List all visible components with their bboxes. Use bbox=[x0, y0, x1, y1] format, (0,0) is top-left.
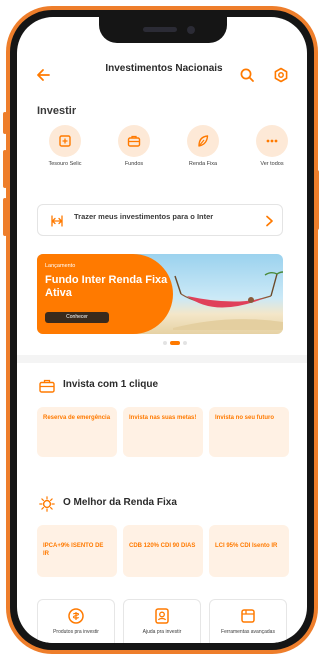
quick-item-label: Fundos bbox=[124, 161, 144, 167]
best-fixed-card[interactable]: CDB 120% CDI 90 DIAS bbox=[123, 525, 203, 577]
best-fixed-title: O Melhor da Renda Fixa bbox=[63, 497, 177, 508]
more-icon bbox=[266, 139, 278, 143]
quick-item-label: Renda Fixa bbox=[188, 161, 218, 167]
banner-headline: Fundo Inter Renda Fixa Ativa bbox=[45, 274, 168, 299]
app-screen: Investimentos Nacionais Investir Tesouro… bbox=[17, 17, 307, 643]
help-icon bbox=[155, 608, 169, 624]
phone-bezel: Investimentos Nacionais Investir Tesouro… bbox=[10, 10, 314, 650]
phone-frame: Investimentos Nacionais Investir Tesouro… bbox=[6, 6, 318, 654]
tool-card-label: Produtos pra investir bbox=[53, 629, 99, 635]
carousel-dots bbox=[163, 341, 193, 345]
phone-notch bbox=[99, 17, 227, 43]
quick-item-label: Tesouro Selic bbox=[48, 161, 82, 167]
app-header: Investimentos Nacionais bbox=[17, 61, 307, 101]
quick-item-icon-wrap bbox=[187, 125, 219, 157]
quick-item-icon-wrap bbox=[256, 125, 288, 157]
one-click-card-label: Invista no seu futuro bbox=[215, 415, 275, 421]
carousel-dot[interactable] bbox=[163, 341, 167, 345]
quick-item-ver-todos[interactable]: Ver todos bbox=[248, 125, 296, 168]
one-click-card[interactable]: Reserva de emergência bbox=[37, 407, 117, 457]
tool-card-ajuda[interactable]: Ajuda pra investir bbox=[123, 599, 201, 643]
best-fixed-card[interactable]: LCI 95% CDI Isento IR bbox=[209, 525, 289, 577]
bring-investments-button[interactable]: Trazer meus investimentos para o Inter bbox=[37, 204, 283, 236]
sun-icon bbox=[39, 496, 55, 512]
best-fixed-card[interactable]: IPCA+9% ISENTO DE IR bbox=[37, 525, 117, 577]
coin-icon bbox=[68, 608, 84, 624]
tool-card-label: Ajuda pra investir bbox=[142, 629, 182, 635]
best-fixed-card-label: CDB 120% CDI 90 DIAS bbox=[129, 543, 196, 549]
tool-card-produtos[interactable]: Produtos pra investir bbox=[37, 599, 115, 643]
hammock-beach-image bbox=[173, 271, 283, 330]
one-click-card[interactable]: Invista nas suas metas! bbox=[123, 407, 203, 457]
quick-item-fundos[interactable]: Fundos bbox=[110, 125, 158, 168]
section-divider bbox=[17, 355, 307, 363]
tools-icon bbox=[241, 609, 255, 623]
best-fixed-card-label: LCI 95% CDI Isento IR bbox=[215, 543, 278, 549]
leaf-icon bbox=[198, 135, 209, 147]
quick-item-tesouro-selic[interactable]: Tesouro Selic bbox=[41, 125, 89, 168]
invest-section-label: Investir bbox=[37, 105, 77, 117]
search-icon[interactable] bbox=[239, 67, 255, 83]
tool-card-ferramentas[interactable]: Ferramentas avançadas bbox=[209, 599, 287, 643]
one-click-title: Invista com 1 clique bbox=[63, 379, 159, 390]
chevron-right-icon bbox=[266, 215, 273, 227]
quick-item-icon-wrap bbox=[118, 125, 150, 157]
page-title: Investimentos Nacionais bbox=[105, 63, 223, 74]
carousel-dot[interactable] bbox=[183, 341, 187, 345]
briefcase-icon bbox=[127, 135, 141, 147]
transfer-icon bbox=[51, 215, 63, 227]
promo-banner[interactable]: Lançamento Fundo Inter Renda Fixa Ativa … bbox=[37, 254, 283, 334]
quick-item-renda-fixa[interactable]: Renda Fixa bbox=[179, 125, 227, 168]
banner-cta-button[interactable]: Conhecer bbox=[45, 312, 109, 323]
briefcase-icon bbox=[39, 379, 55, 393]
bring-investments-label: Trazer meus investimentos para o Inter bbox=[74, 212, 214, 221]
arrow-left-icon[interactable] bbox=[35, 67, 51, 83]
tool-card-label: Ferramentas avançadas bbox=[221, 629, 275, 635]
one-click-card[interactable]: Invista no seu futuro bbox=[209, 407, 289, 457]
quick-item-icon-wrap bbox=[49, 125, 81, 157]
banner-orange-panel: Lançamento Fundo Inter Renda Fixa Ativa … bbox=[37, 254, 173, 334]
carousel-dot-active[interactable] bbox=[170, 341, 180, 345]
one-click-card-label: Invista nas suas metas! bbox=[129, 415, 197, 421]
quick-item-label: Ver todos bbox=[260, 161, 284, 167]
gear-icon[interactable] bbox=[273, 67, 289, 83]
bank-icon bbox=[59, 135, 71, 147]
speaker-grille bbox=[143, 27, 177, 32]
camera-icon bbox=[187, 26, 195, 34]
one-click-card-label: Reserva de emergência bbox=[43, 415, 111, 421]
banner-tag: Lançamento bbox=[45, 263, 76, 269]
best-fixed-card-label: IPCA+9% ISENTO DE IR bbox=[43, 543, 104, 557]
